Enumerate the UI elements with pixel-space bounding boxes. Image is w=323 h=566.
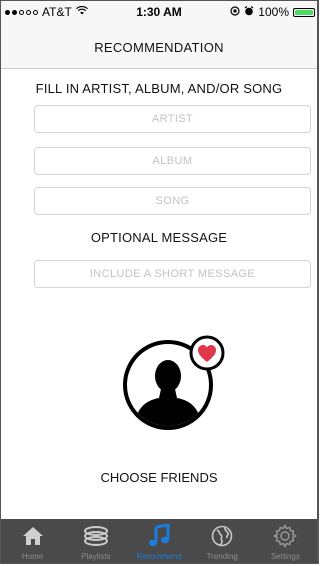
status-bar: AT&T 1:30 AM 100% bbox=[1, 1, 317, 23]
battery-icon bbox=[293, 7, 315, 17]
song-field[interactable] bbox=[34, 187, 311, 215]
artist-field[interactable] bbox=[34, 105, 311, 133]
person-avatar-icon bbox=[123, 335, 225, 430]
tab-recommend-label: Recommend bbox=[136, 552, 182, 561]
heart-badge-icon bbox=[189, 335, 225, 371]
app-screen: AT&T 1:30 AM 100% RECOMMENDATION FILL IN… bbox=[0, 0, 319, 564]
music-note-icon bbox=[147, 524, 171, 548]
tab-playlists-label: Playlists bbox=[81, 552, 111, 561]
tab-trending-label: Trending bbox=[206, 552, 238, 561]
tab-home-label: Home bbox=[21, 552, 44, 561]
orientation-lock-icon bbox=[230, 5, 240, 19]
choose-friends-button[interactable]: CHOOSE FRIENDS bbox=[1, 470, 317, 485]
playlists-icon bbox=[83, 524, 109, 548]
navigation-bar: RECOMMENDATION bbox=[1, 23, 317, 69]
message-heading: OPTIONAL MESSAGE bbox=[90, 230, 228, 245]
form-heading: FILL IN ARTIST, ALBUM, AND/OR SONG bbox=[35, 81, 283, 96]
choose-friends-avatar-button[interactable] bbox=[121, 334, 233, 432]
tab-trending[interactable]: Trending bbox=[191, 519, 254, 563]
gear-icon bbox=[273, 524, 298, 548]
battery-percent: 100% bbox=[258, 5, 289, 19]
tab-playlists[interactable]: Playlists bbox=[64, 519, 127, 563]
home-icon bbox=[22, 524, 44, 548]
tab-home[interactable]: Home bbox=[1, 519, 64, 563]
tab-settings-label: Settings bbox=[270, 552, 300, 561]
status-right: 100% bbox=[230, 5, 315, 19]
album-field[interactable] bbox=[34, 147, 311, 175]
tab-bar: Home Playlists Recommend Trending Settin… bbox=[1, 519, 317, 563]
tab-settings[interactable]: Settings bbox=[254, 519, 317, 563]
globe-icon bbox=[211, 524, 233, 548]
page-title: RECOMMENDATION bbox=[94, 40, 224, 55]
message-field[interactable] bbox=[34, 260, 311, 288]
tab-recommend[interactable]: Recommend bbox=[127, 519, 190, 563]
alarm-icon bbox=[244, 5, 254, 19]
